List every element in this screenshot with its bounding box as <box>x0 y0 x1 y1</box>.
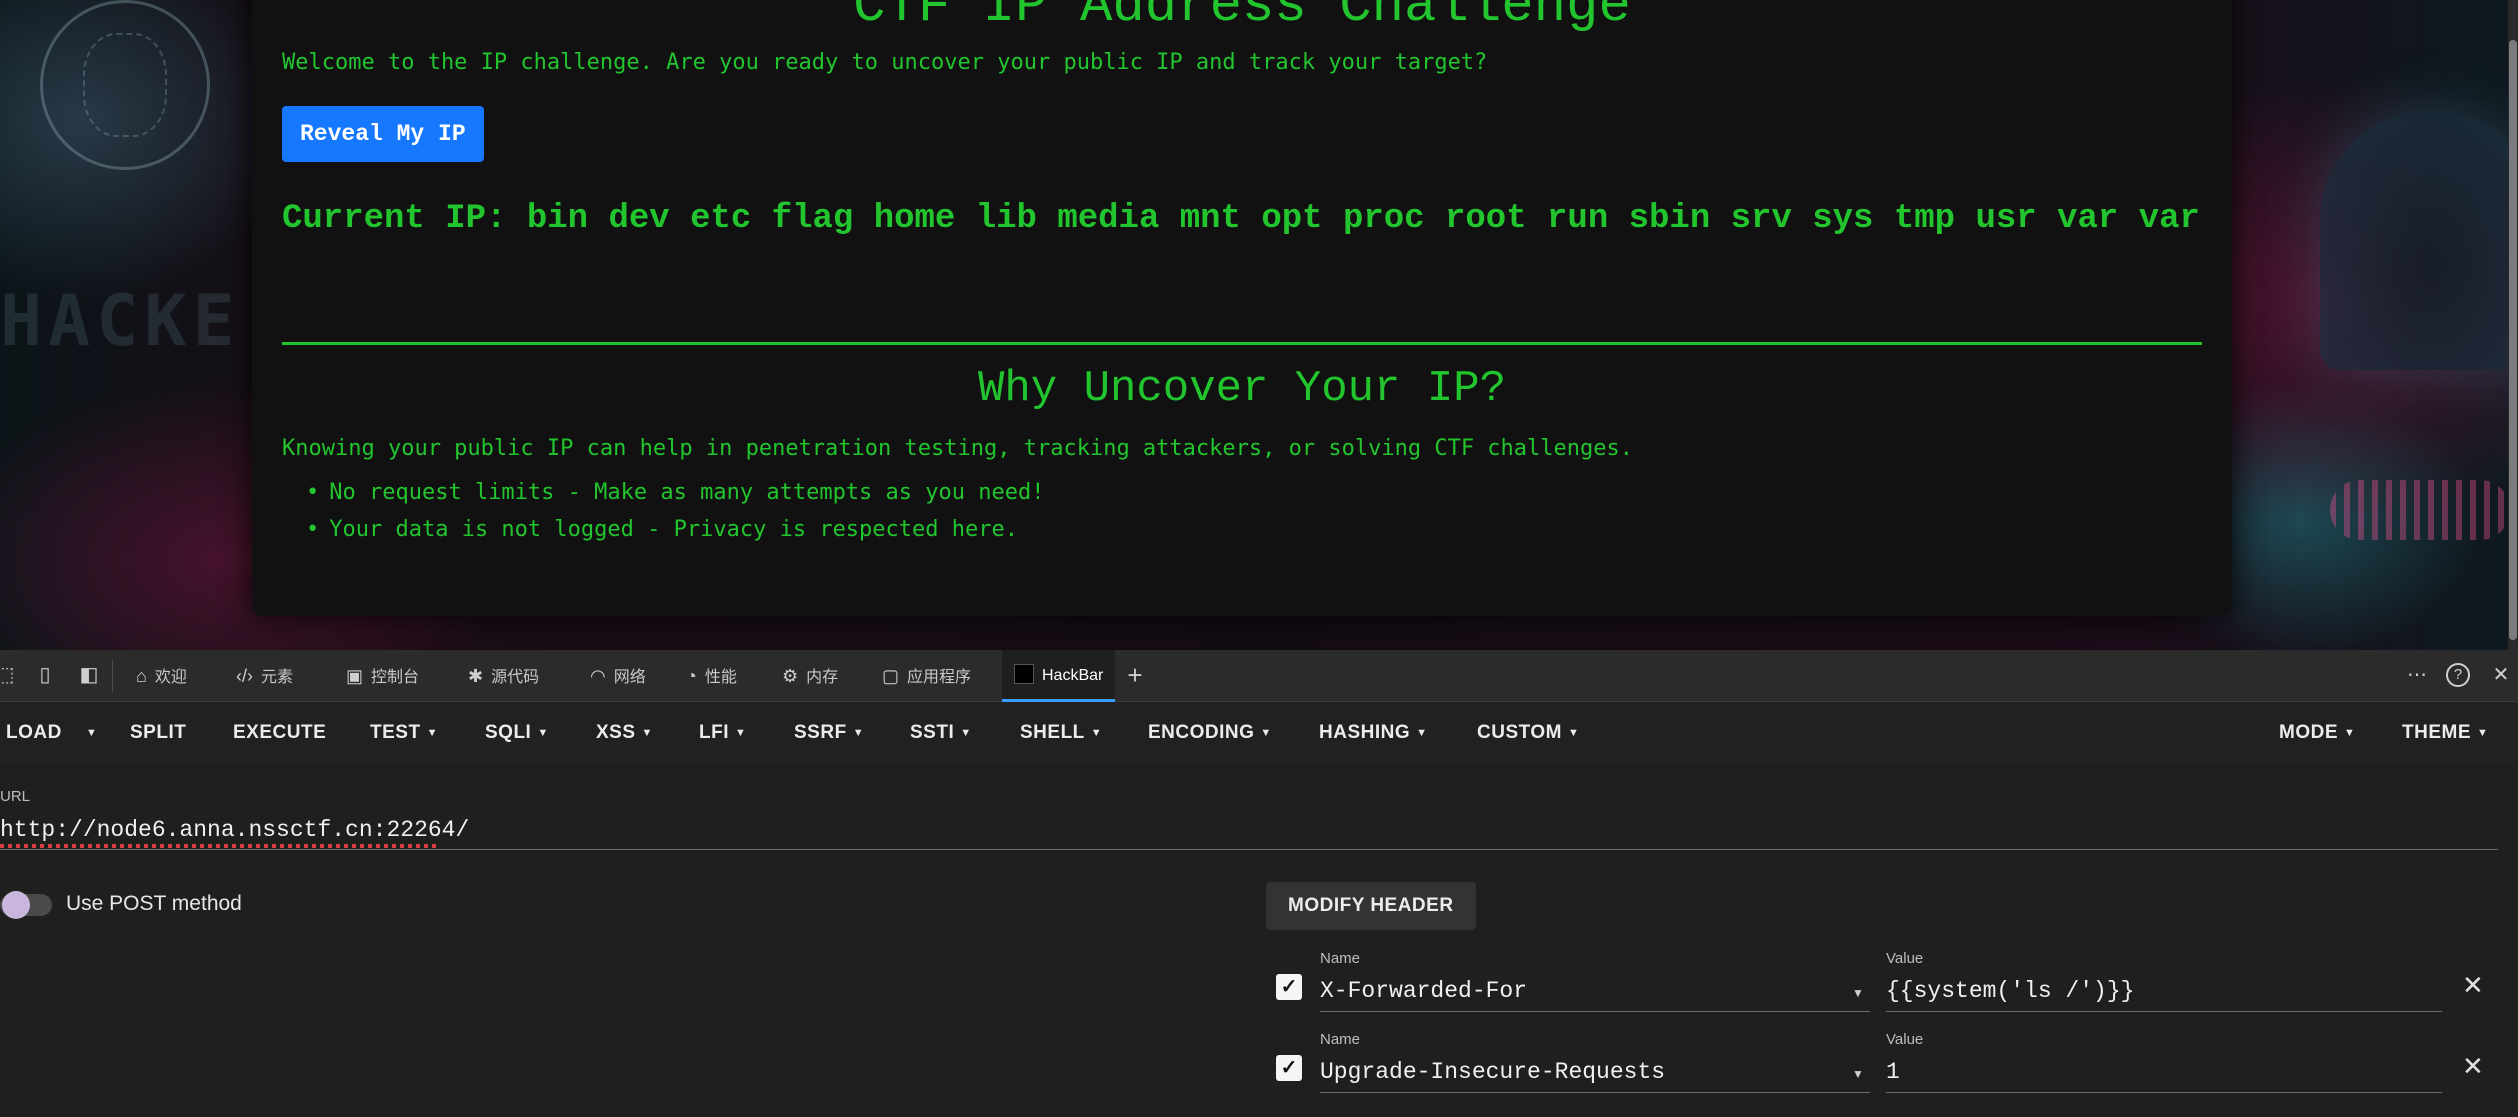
hackbar-menubar: LOAD ▼ SPLIT EXECUTE TEST ▼ SQLI ▼ XSS ▼ LF… <box>0 702 2518 764</box>
list-item: No request limits - Make as many attempt… <box>306 474 1044 511</box>
page-scrollbar-thumb[interactable] <box>2509 40 2517 640</box>
dock-side-icon[interactable]: ◧ <box>76 662 102 688</box>
close-devtools-icon[interactable]: ✕ <box>2488 662 2514 688</box>
encoding-menu[interactable]: ENCODING ▼ <box>1148 702 1272 764</box>
add-tab-icon[interactable]: + <box>1122 662 1148 688</box>
knowing-text: Knowing your public IP can help in penet… <box>282 436 1634 461</box>
chevron-down-icon: ▼ <box>537 727 549 739</box>
chevron-down-icon: ▼ <box>735 727 747 739</box>
welcome-text: Welcome to the IP challenge. Are you rea… <box>282 50 1488 75</box>
shell-menu[interactable]: SHELL ▼ <box>1020 702 1102 764</box>
tab-console[interactable]: ▣ 控制台 <box>346 650 419 702</box>
tab-network[interactable]: ◠ 网络 <box>590 650 646 702</box>
code-icon: ‹/› <box>236 666 253 686</box>
header-value-label: Value <box>1886 1031 1924 1048</box>
header-enabled-checkbox[interactable]: ✓ <box>1276 1055 1302 1081</box>
test-menu[interactable]: TEST ▼ <box>370 702 438 764</box>
header-name-field[interactable]: Upgrade-Insecure-Requests <box>1320 1055 1870 1093</box>
tab-welcome[interactable]: ⌂ 欢迎 <box>136 650 187 702</box>
chevron-down-icon[interactable]: ▼ <box>1852 1067 1864 1081</box>
close-icon[interactable]: ✕ <box>2462 1051 2484 1082</box>
background-glow-image <box>2330 480 2510 540</box>
chevron-down-icon: ▼ <box>1090 727 1103 739</box>
current-ip-output: Current IP: bin dev etc flag home lib me… <box>282 200 2200 238</box>
header-value-field[interactable]: {{system('ls /')}} <box>1886 974 2442 1012</box>
chevron-down-icon: ▼ <box>641 727 653 739</box>
devtools-tabbar: ⬚ ▯ ◧ ⌂ 欢迎 ‹/› 元素 ▣ 控制台 ✱ 源代码 ◠ 网络 ◔ 性能 ⚙ 内存 ▢ 应… <box>0 650 2518 702</box>
tab-sources[interactable]: ✱ 源代码 <box>468 650 539 702</box>
post-method-toggle[interactable] <box>0 891 52 919</box>
tab-elements[interactable]: ‹/› 元素 <box>236 650 293 702</box>
header-name-field[interactable]: X-Forwarded-For <box>1320 974 1870 1012</box>
reveal-ip-button[interactable]: Reveal My IP <box>282 106 484 162</box>
custom-menu[interactable]: CUSTOM ▼ <box>1477 702 1579 764</box>
page-title: CTF IP Address Challenge <box>853 0 1631 37</box>
chevron-down-icon: ▼ <box>2344 727 2356 739</box>
chevron-down-icon: ▼ <box>1260 727 1272 739</box>
header-row: ✓ Name X-Forwarded-For ▼ Value {{system(… <box>1276 950 2496 1030</box>
header-name-label: Name <box>1320 950 1361 967</box>
chevron-down-icon: ▼ <box>2477 727 2489 739</box>
load-button[interactable]: LOAD <box>6 702 62 764</box>
modify-header-button[interactable]: MODIFY HEADER <box>1266 882 1476 930</box>
device-emulation-icon[interactable]: ▯ <box>32 662 58 688</box>
feature-list: No request limits - Make as many attempt… <box>306 474 1045 548</box>
header-row: ✓ Name Upgrade-Insecure-Requests ▼ Value… <box>1276 1031 2496 1111</box>
home-icon: ⌂ <box>136 666 147 686</box>
background-hooded-figure-image <box>2320 110 2518 370</box>
tab-memory[interactable]: ⚙ 内存 <box>782 650 838 702</box>
challenge-card: CTF IP Address Challenge Welcome to the … <box>252 0 2232 616</box>
gauge-icon: ◔ <box>686 666 697 686</box>
app-icon: ▢ <box>882 666 900 686</box>
toggle-knob <box>2 891 30 919</box>
inspect-element-icon[interactable]: ⬚ <box>0 662 18 688</box>
close-icon[interactable]: ✕ <box>2462 970 2484 1001</box>
header-name-label: Name <box>1320 1031 1361 1048</box>
header-enabled-checkbox[interactable]: ✓ <box>1276 974 1302 1000</box>
chevron-down-icon: ▼ <box>852 727 865 739</box>
header-value-label: Value <box>1886 950 1924 967</box>
why-heading: Why Uncover Your IP? <box>977 364 1507 414</box>
more-options-icon[interactable]: ⋯ <box>2404 662 2430 688</box>
wifi-icon: ◠ <box>590 666 606 686</box>
xss-menu[interactable]: XSS ▼ <box>596 702 653 764</box>
hackbar-icon <box>1014 664 1034 685</box>
tab-performance[interactable]: ◔ 性能 <box>686 650 737 702</box>
post-method-label: Use POST method <box>66 892 242 915</box>
ssti-menu[interactable]: SSTI ▼ <box>910 702 972 764</box>
devtools-panel: ⬚ ▯ ◧ ⌂ 欢迎 ‹/› 元素 ▣ 控制台 ✱ 源代码 ◠ 网络 ◔ 性能 ⚙ 内存 ▢ 应… <box>0 650 2518 1117</box>
chevron-down-icon: ▼ <box>960 727 972 739</box>
lfi-menu[interactable]: LFI ▼ <box>699 702 746 764</box>
section-divider <box>282 342 2202 345</box>
url-label: URL <box>0 788 31 805</box>
chevron-down-icon[interactable]: ▼ <box>1852 986 1864 1000</box>
mode-menu[interactable]: MODE ▼ <box>2279 702 2355 764</box>
ssrf-menu[interactable]: SSRF ▼ <box>794 702 864 764</box>
background-hacker-text: HACKE <box>0 280 241 362</box>
tab-hackbar[interactable]: HackBar <box>1002 650 1116 702</box>
header-value-field[interactable]: 1 <box>1886 1055 2442 1093</box>
sqli-menu[interactable]: SQLI ▼ <box>485 702 549 764</box>
execute-button[interactable]: EXECUTE <box>233 702 326 764</box>
list-item: Your data is not logged - Privacy is res… <box>306 511 1045 548</box>
background-globe-image <box>40 0 210 170</box>
toolbar-divider <box>112 660 113 692</box>
page-viewport: HACKE CTF IP Address Challenge Welcome t… <box>0 0 2518 650</box>
hashing-menu[interactable]: HASHING ▼ <box>1319 702 1428 764</box>
tab-application[interactable]: ▢ 应用程序 <box>882 650 971 702</box>
help-icon[interactable]: ? <box>2446 663 2470 687</box>
theme-menu[interactable]: THEME ▼ <box>2402 702 2488 764</box>
split-button[interactable]: SPLIT <box>130 702 186 764</box>
load-dropdown-icon[interactable]: ▼ <box>86 702 97 764</box>
memory-icon: ⚙ <box>782 666 799 686</box>
bug-icon: ✱ <box>468 666 484 686</box>
console-icon: ▣ <box>346 666 364 686</box>
chevron-down-icon: ▼ <box>1416 727 1428 739</box>
spellcheck-underline <box>0 844 440 848</box>
chevron-down-icon: ▼ <box>1567 727 1580 739</box>
chevron-down-icon: ▼ <box>426 727 438 739</box>
